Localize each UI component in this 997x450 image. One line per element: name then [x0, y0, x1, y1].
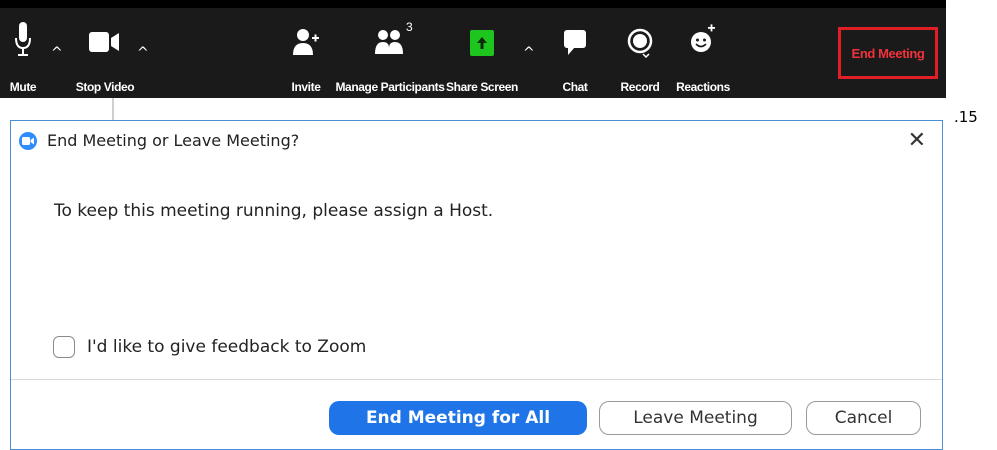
divider — [112, 98, 114, 120]
chat-button[interactable]: Chat — [556, 8, 594, 98]
end-meeting-for-all-button[interactable]: End Meeting for All — [329, 401, 587, 435]
leave-meeting-button[interactable]: Leave Meeting — [599, 401, 792, 435]
share-options-caret[interactable]: ^ — [523, 46, 535, 60]
zoom-logo-icon — [19, 132, 37, 150]
mute-label: Mute — [9, 80, 37, 94]
close-icon[interactable]: ✕ — [908, 127, 926, 155]
chat-bubble-icon — [564, 30, 586, 55]
microphone-icon — [15, 22, 31, 56]
end-meeting-dialog: End Meeting or Leave Meeting? ✕ To keep … — [10, 120, 943, 450]
feedback-checkbox[interactable] — [53, 336, 75, 358]
share-screen-icon — [470, 30, 494, 56]
participants-count: 3 — [406, 20, 413, 34]
record-icon — [627, 28, 653, 58]
dialog-title: End Meeting or Leave Meeting? — [47, 131, 300, 150]
video-camera-icon — [89, 32, 119, 52]
participants-icon — [375, 30, 403, 54]
stop-video-label: Stop Video — [75, 80, 135, 94]
invite-button[interactable]: Invite — [286, 8, 326, 98]
invite-label: Invite — [291, 80, 321, 94]
manage-participants-button[interactable]: 3 Manage Participants — [335, 8, 445, 98]
record-label: Record — [620, 80, 660, 94]
add-person-icon — [293, 29, 319, 55]
reactions-button[interactable]: Reactions — [676, 8, 730, 98]
mute-button[interactable]: Mute — [0, 8, 46, 98]
dialog-header: End Meeting or Leave Meeting? ✕ — [11, 121, 942, 161]
stop-video-button[interactable]: Stop Video — [75, 8, 135, 98]
cancel-button[interactable]: Cancel — [806, 401, 921, 435]
chat-label: Chat — [562, 80, 588, 94]
share-screen-label: Share Screen — [446, 80, 518, 94]
meeting-toolbar: Mute ^ Stop Video ^ Invite 3 Manage Part… — [0, 0, 946, 98]
side-note: .15 — [954, 108, 978, 126]
share-screen-button[interactable]: Share Screen — [446, 8, 518, 98]
end-meeting-button[interactable]: End Meeting — [838, 27, 938, 79]
video-options-caret[interactable]: ^ — [137, 46, 149, 60]
feedback-option[interactable]: I'd like to give feedback to Zoom — [53, 335, 366, 359]
feedback-label[interactable]: I'd like to give feedback to Zoom — [87, 337, 366, 357]
record-button[interactable]: Record — [618, 8, 662, 98]
dialog-separator — [11, 379, 942, 380]
manage-participants-label: Manage Participants — [335, 80, 445, 94]
audio-options-caret[interactable]: ^ — [51, 46, 63, 60]
emoji-add-icon — [691, 24, 715, 52]
dialog-message: To keep this meeting running, please ass… — [54, 201, 494, 221]
reactions-label: Reactions — [676, 80, 730, 94]
